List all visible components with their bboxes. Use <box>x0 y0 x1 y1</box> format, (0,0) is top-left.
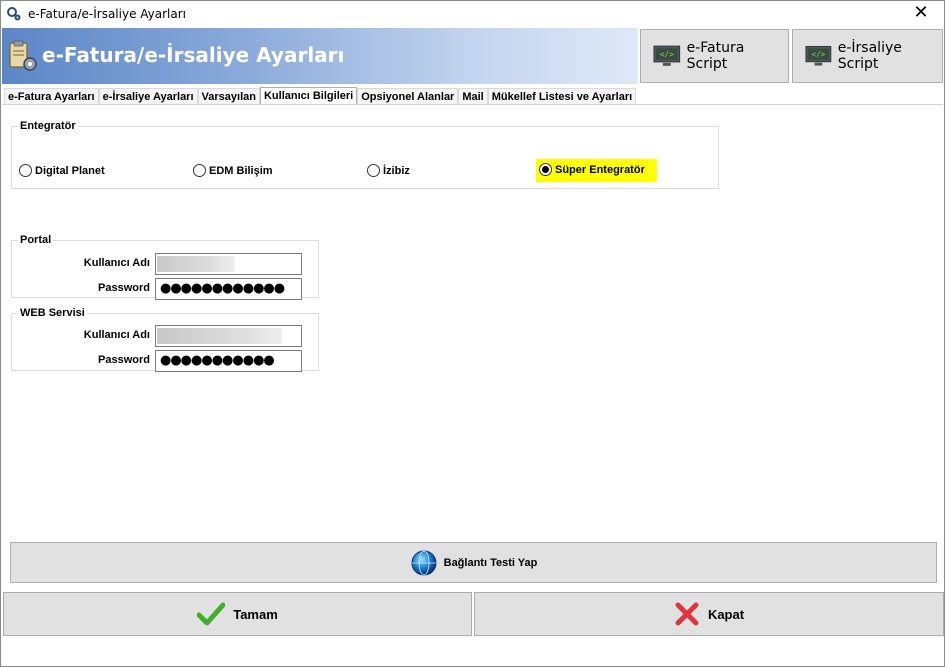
portal-group: Portal Kullanıcı Adı Password ●●●●●●●●●●… <box>11 234 319 300</box>
web-username-row: Kullanıcı Adı <box>12 325 318 347</box>
redacted-value <box>157 256 235 272</box>
efatura-script-label: e-Fatura Script <box>686 40 745 72</box>
tab-varsayilan[interactable]: Varsayılan <box>197 88 260 105</box>
tab-efatura-ayarlari[interactable]: e-Fatura Ayarları <box>4 88 99 105</box>
redacted-value <box>157 328 282 344</box>
entegrator-group: Entegratör Digital Planet EDM Bilişim İz… <box>11 120 719 189</box>
globe-icon <box>411 550 437 575</box>
ok-button[interactable]: Tamam <box>3 592 472 636</box>
header-banner: e-Fatura/e-İrsaliye Ayarları <box>2 28 638 84</box>
tab-opsiyonel-alanlar[interactable]: Opsiyonel Alanlar <box>357 88 459 105</box>
radio-label: Digital Planet <box>35 164 105 177</box>
radio-edm-bilisim[interactable]: EDM Bilişim <box>193 164 273 177</box>
portal-password-field[interactable]: ●●●●●●●●●●●● <box>155 278 302 300</box>
tab-divider <box>2 104 943 105</box>
web-password-label: Password <box>98 354 150 366</box>
connection-test-button[interactable]: Bağlantı Testi Yap <box>10 542 937 583</box>
portal-legend: Portal <box>20 234 52 246</box>
settings-tabs: e-Fatura Ayarları e-İrsaliye Ayarları Va… <box>4 87 637 105</box>
web-servisi-group: WEB Servisi Kullanıcı Adı Password ●●●●●… <box>11 307 319 372</box>
x-icon <box>675 602 699 626</box>
window-title: e-Fatura/e-İrsaliye Ayarları <box>28 7 187 21</box>
radio-circle <box>19 164 32 177</box>
eirsaliye-script-label: e-İrsaliye Script <box>837 40 902 72</box>
tab-kullanici-bilgileri[interactable]: Kullanıcı Bilgileri <box>259 87 358 105</box>
header-title: e-Fatura/e-İrsaliye Ayarları <box>42 43 345 67</box>
radio-label: EDM Bilişim <box>209 164 273 177</box>
efatura-script-button[interactable]: </> e-Fatura Script <box>640 29 789 83</box>
web-password-field[interactable]: ●●●●●●●●●●● <box>155 350 302 372</box>
app-gear-icon <box>7 7 21 21</box>
close-button[interactable]: Kapat <box>474 592 944 636</box>
portal-password-mask: ●●●●●●●●●●●● <box>160 281 285 296</box>
tab-mukellef-listesi[interactable]: Mükellef Listesi ve Ayarları <box>487 88 637 105</box>
radio-label: İzibiz <box>383 164 410 177</box>
svg-text:</>: </> <box>660 50 674 59</box>
web-servisi-legend: WEB Servisi <box>20 307 85 319</box>
web-username-field[interactable] <box>155 325 302 347</box>
radio-digital-planet[interactable]: Digital Planet <box>19 164 105 177</box>
svg-text:</>: </> <box>811 50 825 59</box>
code-monitor-icon: </> <box>805 45 832 66</box>
radio-circle-selected <box>539 163 552 176</box>
clipboard-gear-icon <box>9 40 37 71</box>
eirsaliye-script-button[interactable]: </> e-İrsaliye Script <box>792 29 943 83</box>
title-bar: e-Fatura/e-İrsaliye Ayarları ✕ <box>1 1 944 27</box>
settings-window: e-Fatura/e-İrsaliye Ayarları ✕ e-Fatura/… <box>0 0 945 667</box>
portal-username-label: Kullanıcı Adı <box>83 257 150 269</box>
tab-mail[interactable]: Mail <box>458 88 488 105</box>
web-password-mask: ●●●●●●●●●●● <box>160 353 275 368</box>
portal-password-row: Password ●●●●●●●●●●●● <box>12 278 318 300</box>
close-label: Kapat <box>707 606 745 622</box>
close-icon: ✕ <box>913 2 929 23</box>
radio-izibiz[interactable]: İzibiz <box>367 164 410 177</box>
ok-label: Tamam <box>233 606 278 622</box>
portal-password-label: Password <box>98 282 150 294</box>
radio-circle <box>193 164 206 177</box>
close-window-button[interactable]: ✕ <box>898 1 944 27</box>
web-username-label: Kullanıcı Adı <box>83 329 150 341</box>
web-password-row: Password ●●●●●●●●●●● <box>12 350 318 372</box>
portal-username-row: Kullanıcı Adı <box>12 253 318 275</box>
radio-circle <box>367 164 380 177</box>
tab-eirsaliye-ayarlari[interactable]: e-İrsaliye Ayarları <box>98 88 198 105</box>
portal-username-field[interactable] <box>155 253 302 275</box>
code-monitor-icon: </> <box>653 45 681 66</box>
entegrator-legend: Entegratör <box>20 120 76 132</box>
connection-test-label: Bağlantı Testi Yap <box>443 556 538 569</box>
check-icon <box>197 602 226 626</box>
radio-label: Süper Entegratör <box>555 163 645 176</box>
radio-super-entegrator[interactable]: Süper Entegratör <box>536 159 657 182</box>
